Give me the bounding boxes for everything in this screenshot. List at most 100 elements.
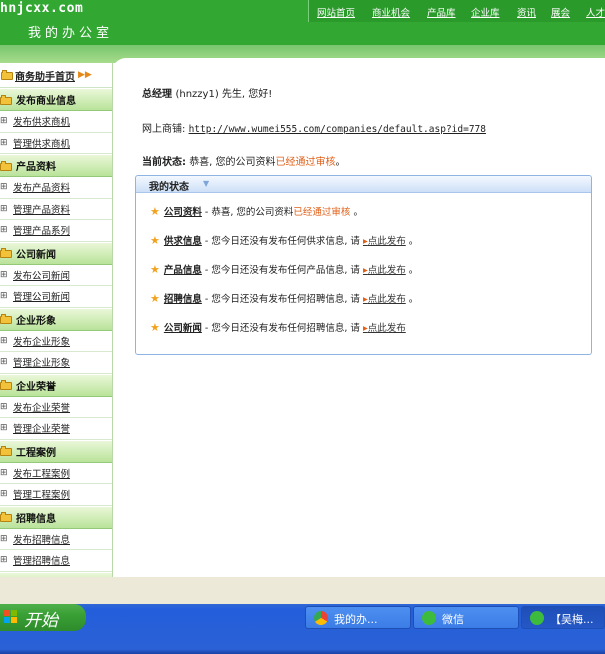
- plus-icon: ⊞: [0, 116, 8, 127]
- plus-icon: ⊞: [0, 291, 8, 302]
- sidebar-item[interactable]: ⊞ 发布公司新闻: [0, 265, 112, 286]
- folder-icon: [0, 160, 12, 171]
- nav-expo[interactable]: 展会: [551, 5, 570, 19]
- star-icon: ★: [150, 321, 160, 334]
- sidebar-item-label: 管理供求商机: [13, 138, 71, 150]
- status-row-end: 。: [408, 265, 419, 276]
- wechat-icon: [530, 611, 544, 625]
- nav-home[interactable]: 网站首页: [317, 5, 355, 19]
- sidebar-item[interactable]: ⊞ 管理产品资料: [0, 199, 112, 220]
- sidebar-section[interactable]: 产品资料: [0, 154, 112, 177]
- task-label: 微信: [442, 613, 464, 626]
- sidebar-home-label: 商务助手首页: [15, 71, 75, 83]
- publish-link[interactable]: 点此发布: [363, 236, 406, 247]
- sidebar-section[interactable]: 公司新闻: [0, 241, 112, 265]
- task-label: 我的办...: [334, 613, 378, 626]
- status-row-name[interactable]: 招聘信息: [164, 294, 202, 305]
- sidebar-section[interactable]: 工程案例: [0, 439, 112, 463]
- nav-companies[interactable]: 企业库: [471, 5, 500, 19]
- task-browser[interactable]: 我的办...: [305, 606, 411, 629]
- plus-icon: ⊞: [0, 533, 8, 544]
- sidebar-section-title: 工程案例: [16, 447, 56, 459]
- status-row-name[interactable]: 供求信息: [164, 236, 202, 247]
- task-wechat[interactable]: 微信: [413, 606, 519, 629]
- sidebar-section[interactable]: 企业荣誉: [0, 373, 112, 397]
- my-status-header: 我的状态 ▼: [136, 176, 591, 193]
- sidebar-item[interactable]: ⊞ 发布供求商机: [0, 111, 112, 133]
- status-row-name[interactable]: 产品信息: [164, 265, 202, 276]
- star-icon: ★: [150, 292, 160, 305]
- sidebar-item[interactable]: ⊞ 管理公司新闻: [0, 286, 112, 308]
- greeting-name: 总经理: [142, 89, 172, 100]
- folder-icon: [0, 314, 12, 324]
- greeting: 总经理 (hnzzy1) 先生, 您好!: [142, 85, 272, 100]
- nav-news[interactable]: 资讯: [517, 5, 536, 19]
- nav-talent[interactable]: 人才: [586, 5, 605, 19]
- status-row-end: 。: [408, 294, 419, 305]
- chevron-down-icon[interactable]: ▼: [203, 179, 209, 188]
- start-button[interactable]: 开始: [0, 604, 86, 631]
- sidebar-item[interactable]: ⊞ 发布招聘信息: [0, 529, 112, 550]
- plus-icon: ⊞: [0, 203, 8, 214]
- folder-icon: [0, 248, 12, 258]
- sidebar-item-label: 管理产品资料: [13, 204, 71, 216]
- star-icon: ★: [150, 263, 160, 276]
- sidebar-item[interactable]: ⊞ 管理招聘信息: [0, 550, 112, 572]
- plus-icon: ⊞: [0, 182, 8, 193]
- status-row: ★ 公司资料 - 恭喜, 您的公司资料已经通过审核 。: [150, 204, 363, 218]
- plus-icon: ⊞: [0, 401, 8, 412]
- publish-link[interactable]: 点此发布: [363, 323, 406, 334]
- plus-icon: ⊞: [0, 467, 8, 478]
- top-nav: 网站首页 商业机会 产品库 企业库 资讯 展会 人才: [308, 0, 605, 22]
- sidebar-section[interactable]: 发布商业信息: [0, 88, 112, 111]
- start-label: 开始: [24, 611, 58, 631]
- folder-icon: [0, 94, 12, 105]
- windows-flag-icon: [4, 610, 18, 624]
- sidebar-item[interactable]: ⊞ 发布产品资料: [0, 177, 112, 199]
- sidebar-item[interactable]: ⊞ 发布企业荣誉: [0, 397, 112, 418]
- sidebar-item[interactable]: ⊞ 管理供求商机: [0, 133, 112, 154]
- sidebar-home[interactable]: 商务助手首页 ▶▶: [0, 63, 112, 88]
- publish-link[interactable]: 点此发布: [363, 265, 406, 276]
- sidebar-item-label: 管理招聘信息: [13, 556, 71, 568]
- star-icon: ★: [150, 205, 160, 218]
- plus-icon: ⊞: [0, 335, 8, 346]
- sidebar-item-label: 发布工程案例: [13, 468, 71, 480]
- browser-statusbar: [0, 577, 605, 604]
- status-line: 当前状态: 恭喜, 您的公司资料已经通过审核。: [142, 153, 346, 168]
- double-arrow-icon: ▶▶: [78, 70, 92, 80]
- sidebar-item[interactable]: ⊞ 发布企业形象: [0, 331, 112, 352]
- sidebar-item[interactable]: ⊞ 管理企业荣誉: [0, 418, 112, 440]
- sidebar-section-title: 发布商业信息: [16, 96, 76, 107]
- sidebar: 商务助手首页 ▶▶ 发布商业信息 ⊞ 发布供求商机 ⊞ 管理供求商机 产品资料 ⊞ 发布产品资…: [0, 63, 113, 577]
- header: hnjcxx.com 我的办公室 网站首页 商业机会 产品库 企业库 资讯 展会…: [0, 0, 605, 45]
- star-icon: ★: [150, 234, 160, 247]
- status-row-name[interactable]: 公司资料: [164, 207, 202, 218]
- sidebar-item-label: 发布企业形象: [13, 336, 71, 348]
- sidebar-item[interactable]: ⊞ 管理产品系列: [0, 220, 112, 242]
- nav-business[interactable]: 商业机会: [372, 5, 410, 19]
- page-subtitle: 我的办公室: [28, 26, 114, 41]
- sidebar-item-label: 发布产品资料: [13, 183, 71, 195]
- taskbar: 开始 我的办... 微信 【吴梅...: [0, 604, 605, 654]
- publish-link[interactable]: 点此发布: [363, 294, 406, 305]
- sidebar-section-title: 产品资料: [16, 162, 56, 173]
- status-text: 恭喜, 您的公司资料: [189, 157, 276, 168]
- sidebar-section[interactable]: 招聘信息: [0, 505, 112, 529]
- nav-products[interactable]: 产品库: [427, 5, 456, 19]
- sidebar-item[interactable]: ⊞ 管理工程案例: [0, 484, 112, 506]
- shop-label: 网上商铺:: [142, 124, 186, 135]
- sidebar-item[interactable]: ⊞ 管理企业形象: [0, 352, 112, 374]
- sidebar-section-title: 招聘信息: [16, 513, 56, 525]
- status-row-name[interactable]: 公司新闻: [164, 323, 202, 334]
- shop-line: 网上商铺: http://www.wumei555.com/companies/…: [142, 120, 486, 135]
- my-status-title: 我的状态: [149, 182, 189, 193]
- sidebar-section[interactable]: 企业形象: [0, 307, 112, 331]
- shop-url-link[interactable]: http://www.wumei555.com/companies/defaul…: [189, 124, 486, 135]
- site-logo[interactable]: hnjcxx.com: [0, 1, 83, 16]
- status-row-text: - 您今日还没有发布任何产品信息, 请: [204, 265, 360, 276]
- folder-icon: [0, 380, 12, 390]
- task-chat[interactable]: 【吴梅...: [521, 606, 605, 629]
- sidebar-item[interactable]: ⊞ 发布工程案例: [0, 463, 112, 484]
- plus-icon: ⊞: [0, 269, 8, 280]
